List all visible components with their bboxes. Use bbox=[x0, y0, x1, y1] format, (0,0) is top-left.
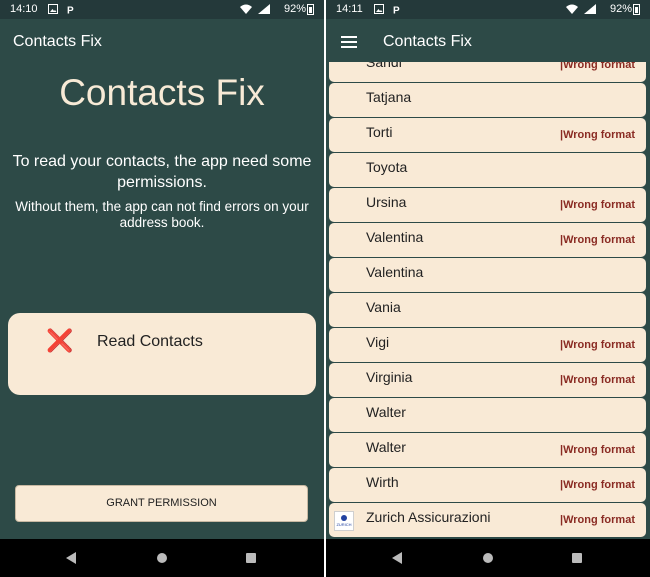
contact-row[interactable]: Virginia |Wrong format bbox=[329, 363, 646, 397]
contact-name: Sandi bbox=[366, 62, 402, 70]
contact-name: Virginia bbox=[366, 369, 413, 385]
contact-name: Valentina bbox=[366, 264, 424, 280]
contact-error-label: |Wrong format bbox=[560, 62, 635, 71]
app-toolbar: Contacts Fix bbox=[0, 19, 324, 64]
contact-error-label: |Wrong format bbox=[560, 479, 635, 491]
contact-row[interactable]: Torti |Wrong format bbox=[329, 118, 646, 152]
contact-row[interactable]: Tatjana bbox=[329, 83, 646, 117]
contact-row[interactable]: Toyota bbox=[329, 153, 646, 187]
left-screen: 14:10 P 92% Contacts Fix Contacts Fix To… bbox=[0, 0, 324, 577]
contact-name: Walter bbox=[366, 439, 406, 455]
permission-explanation: Without them, the app can not find error… bbox=[15, 199, 309, 230]
contact-error-label: |Wrong format bbox=[560, 444, 635, 456]
permission-message: To read your contacts, the app need some… bbox=[12, 153, 312, 191]
status-bar: 14:10 P 92% bbox=[0, 0, 324, 19]
home-icon[interactable] bbox=[483, 553, 493, 563]
contact-row[interactable]: Ursina |Wrong format bbox=[329, 188, 646, 222]
grant-permission-button[interactable]: GRANT PERMISSION bbox=[15, 485, 308, 522]
contact-row[interactable]: Sandi |Wrong format bbox=[329, 62, 646, 82]
contact-error-label: |Wrong format bbox=[560, 199, 635, 211]
toolbar-title: Contacts Fix bbox=[383, 33, 472, 50]
image-notification-icon bbox=[48, 4, 58, 14]
status-time: 14:10 bbox=[10, 3, 38, 15]
contact-name: Vania bbox=[366, 299, 401, 315]
menu-icon[interactable] bbox=[341, 36, 357, 48]
contact-error-label: |Wrong format bbox=[560, 374, 635, 386]
recent-apps-icon[interactable] bbox=[246, 553, 256, 563]
right-screen: 14:11 P 92% Contacts Fix Sandi |Wrong for… bbox=[326, 0, 650, 577]
contact-name: Vigi bbox=[366, 334, 390, 350]
contact-row[interactable]: Wirth |Wrong format bbox=[329, 468, 646, 502]
page-title: Contacts Fix bbox=[59, 72, 265, 113]
navigation-bar bbox=[326, 539, 650, 577]
contact-avatar-icon: ZURICH bbox=[334, 511, 354, 531]
contact-row[interactable]: Walter bbox=[329, 398, 646, 432]
back-icon[interactable] bbox=[66, 552, 76, 564]
contact-row[interactable]: Valentina bbox=[329, 258, 646, 292]
contact-name: Toyota bbox=[366, 159, 408, 175]
signal-icon bbox=[584, 4, 596, 14]
svg-text:P: P bbox=[67, 6, 74, 15]
battery-percent: 92% bbox=[283, 3, 306, 15]
contact-name: Torti bbox=[366, 124, 393, 140]
contact-row[interactable]: Walter |Wrong format bbox=[329, 433, 646, 467]
contact-error-label: |Wrong format bbox=[560, 129, 635, 141]
app-toolbar: Contacts Fix bbox=[326, 19, 650, 64]
contact-error-label: |Wrong format bbox=[560, 339, 635, 351]
parking-notification-icon: P bbox=[393, 6, 400, 15]
contact-list[interactable]: Sandi |Wrong format Tatjana Torti |Wrong for… bbox=[326, 62, 650, 539]
wifi-icon bbox=[240, 4, 252, 14]
contact-error-label: |Wrong format bbox=[560, 234, 635, 246]
navigation-bar bbox=[0, 539, 324, 577]
back-icon[interactable] bbox=[392, 552, 402, 564]
toolbar-title: Contacts Fix bbox=[13, 33, 102, 50]
battery-percent: 92% bbox=[609, 3, 632, 15]
status-time: 14:11 bbox=[336, 3, 363, 15]
contact-name: Walter bbox=[366, 404, 406, 420]
home-icon[interactable] bbox=[157, 553, 167, 563]
contact-row[interactable]: Valentina |Wrong format bbox=[329, 223, 646, 257]
battery-icon bbox=[633, 4, 640, 15]
image-notification-icon bbox=[374, 4, 384, 14]
read-contacts-permission-card: ❌ Read Contacts bbox=[8, 313, 316, 395]
contact-name: Valentina bbox=[366, 229, 424, 245]
parking-notification-icon: P bbox=[67, 6, 74, 15]
contact-row[interactable]: Vigi |Wrong format bbox=[329, 328, 646, 362]
signal-icon bbox=[258, 4, 270, 14]
wifi-icon bbox=[566, 4, 578, 14]
svg-text:P: P bbox=[393, 6, 400, 15]
contact-row[interactable]: ZURICH Zurich Assicurazioni |Wrong format bbox=[329, 503, 646, 537]
status-bar: 14:11 P 92% bbox=[326, 0, 650, 19]
permission-label: Read Contacts bbox=[97, 333, 203, 350]
contact-row[interactable]: Vania bbox=[329, 293, 646, 327]
battery-icon bbox=[307, 4, 314, 15]
contact-name: Zurich Assicurazioni bbox=[366, 509, 491, 525]
contact-name: Tatjana bbox=[366, 89, 412, 105]
cross-icon: ❌ bbox=[46, 328, 74, 353]
contact-name: Ursina bbox=[366, 194, 407, 210]
recent-apps-icon[interactable] bbox=[572, 553, 582, 563]
contact-name: Wirth bbox=[366, 474, 399, 490]
contact-error-label: |Wrong format bbox=[560, 514, 635, 526]
